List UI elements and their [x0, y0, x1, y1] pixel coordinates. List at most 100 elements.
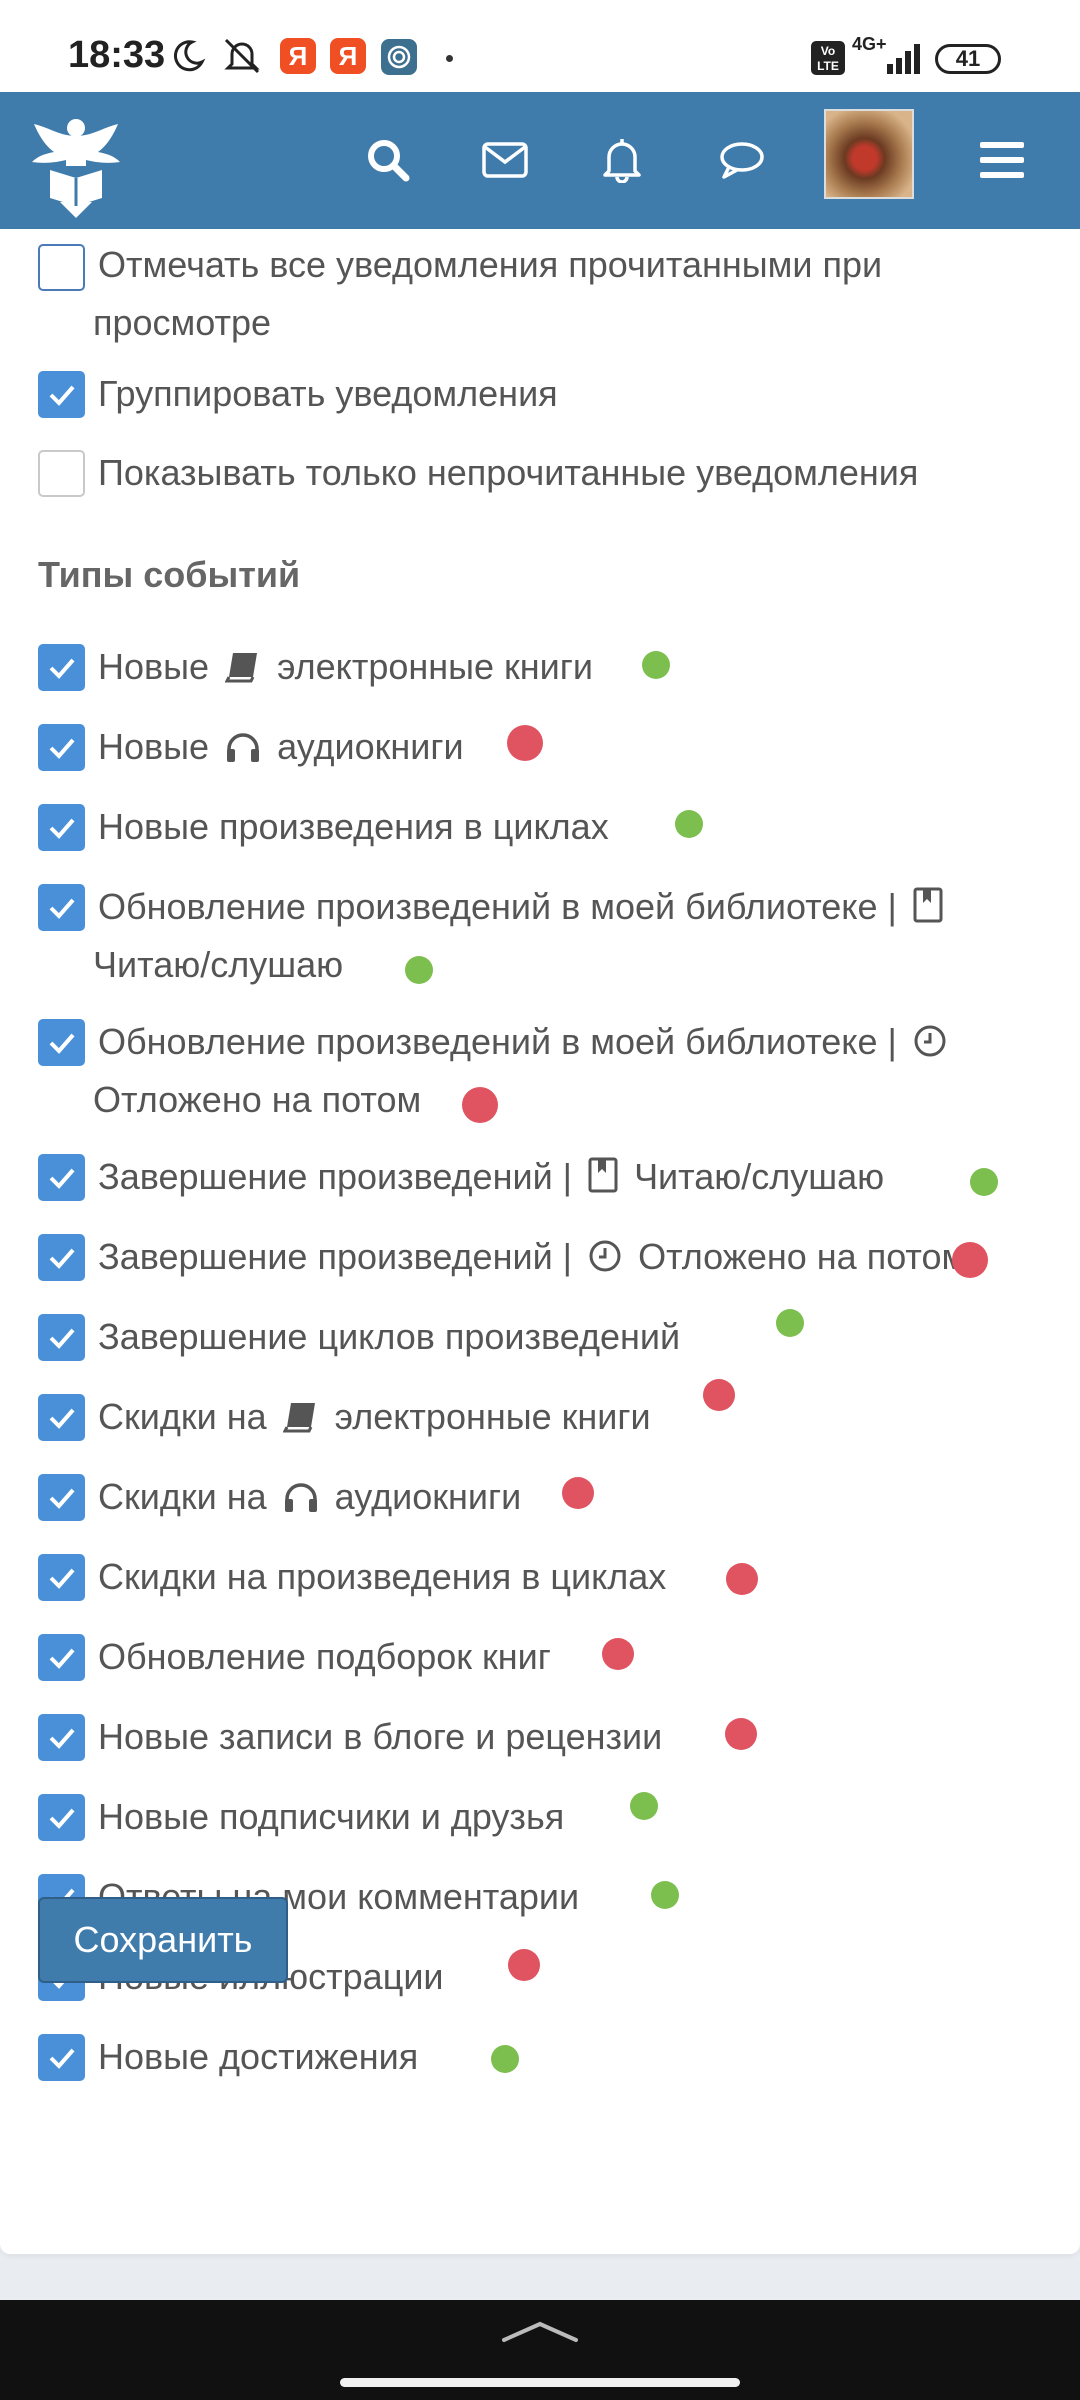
checkbox-series-completed[interactable]	[38, 1314, 85, 1361]
clock-icon	[914, 1025, 946, 1057]
checkbox-collections-updates[interactable]	[38, 1634, 85, 1681]
status-dot-red	[507, 725, 543, 761]
event-label-text: Завершение произведений |	[98, 1236, 573, 1277]
event-discounts-audiobooks[interactable]: Скидки на аудиокниги	[38, 1468, 1068, 1528]
option-mark-read-on-view[interactable]: Отмечать все уведомления прочитанными пр…	[38, 236, 1068, 356]
eagle-book-logo[interactable]	[20, 106, 132, 218]
checkbox-new-ebooks[interactable]	[38, 644, 85, 691]
save-button[interactable]: Сохранить	[38, 1897, 288, 1983]
checkbox-discounts-series[interactable]	[38, 1554, 85, 1601]
option-label: Группировать уведомления	[98, 373, 558, 414]
checkbox-completed-later[interactable]	[38, 1234, 85, 1281]
checkbox-only-unread[interactable]	[38, 450, 85, 497]
event-discounts-series[interactable]: Скидки на произведения в циклах	[38, 1548, 1068, 1608]
yandex-app-icon-2: Я	[330, 38, 366, 74]
yandex-app-icon: Я	[280, 38, 316, 74]
checkbox-discounts-audiobooks[interactable]	[38, 1474, 85, 1521]
event-label-text: электронные книги	[334, 1396, 651, 1437]
checkbox-group-notifications[interactable]	[38, 371, 85, 418]
event-label: Обновление произведений в моей библиотек…	[98, 878, 949, 936]
status-dot-red	[508, 1949, 540, 1981]
avatar[interactable]	[824, 109, 914, 199]
checkbox-discounts-ebooks[interactable]	[38, 1394, 85, 1441]
status-bar: 18:33 Я Я Vo LTE 4G+ 41	[0, 0, 1080, 92]
event-label-text: Скидки на	[98, 1476, 267, 1517]
chat-button[interactable]	[712, 130, 772, 190]
event-library-updates-later[interactable]: Обновление произведений в моей библиотек…	[38, 1013, 1068, 1133]
search-button[interactable]	[358, 130, 418, 190]
site-header	[0, 92, 1080, 229]
event-label-line2: Читаю/слушаю	[93, 944, 344, 985]
event-label: Новые достижения	[98, 2036, 419, 2077]
event-label: Обновление подборок книг	[98, 1636, 551, 1677]
system-navigation-bar	[0, 2300, 1080, 2400]
event-collections-updates[interactable]: Обновление подборок книг	[38, 1628, 1068, 1688]
bookmark-icon	[913, 887, 943, 923]
signal-strength-icon	[887, 44, 920, 74]
status-dot-red	[726, 1563, 758, 1595]
checkbox-new-works-in-series[interactable]	[38, 804, 85, 851]
event-new-works-in-series[interactable]: Новые произведения в циклах	[38, 798, 1068, 858]
option-label: Отмечать все уведомления прочитанными пр…	[98, 244, 883, 285]
event-label-text: аудиокниги	[334, 1476, 522, 1517]
book-icon	[282, 1403, 315, 1433]
checkbox-mark-read[interactable]	[38, 244, 85, 291]
clock-icon	[589, 1240, 621, 1272]
chevron-up-icon[interactable]	[500, 2318, 580, 2348]
more-notifications-dot	[446, 55, 453, 62]
status-dot-red	[602, 1638, 634, 1670]
event-library-updates-reading[interactable]: Обновление произведений в моей библиотек…	[38, 878, 1068, 998]
checkbox-new-followers[interactable]	[38, 1794, 85, 1841]
status-dot-red	[952, 1242, 988, 1278]
event-blog-reviews[interactable]: Новые записи в блоге и рецензии	[38, 1708, 1068, 1768]
status-dot-green	[642, 651, 670, 679]
status-dot-green	[776, 1309, 804, 1337]
bookmark-icon	[588, 1157, 618, 1193]
option-group-notifications[interactable]: Группировать уведомления	[38, 365, 1068, 425]
event-label-text: электронные книги	[277, 646, 594, 687]
checkbox-completed-reading[interactable]	[38, 1154, 85, 1201]
event-series-completed[interactable]: Завершение циклов произведений	[38, 1308, 1068, 1368]
event-new-ebooks[interactable]: Новые электронные книги	[38, 638, 1068, 698]
option-label-line2: просмотре	[93, 302, 272, 343]
menu-icon	[980, 142, 1024, 178]
event-label-line2: Отложено на потом	[93, 1079, 422, 1120]
event-new-achievements[interactable]: Новые достижения	[38, 2028, 1068, 2088]
status-dot-green	[651, 1881, 679, 1909]
checkbox-blog-reviews[interactable]	[38, 1714, 85, 1761]
checkbox-new-achievements[interactable]	[38, 2034, 85, 2081]
book-icon	[225, 653, 258, 683]
event-label: Новые аудиокниги	[98, 718, 464, 776]
event-discounts-ebooks[interactable]: Скидки на электронные книги	[38, 1388, 1068, 1448]
menu-button[interactable]	[972, 130, 1032, 190]
event-label-text: Новые	[98, 726, 210, 767]
network-type-label: 4G+	[852, 34, 887, 54]
event-completed-reading[interactable]: Завершение произведений | Читаю/слушаю	[38, 1148, 1068, 1208]
event-label-text: Завершение произведений |	[98, 1156, 573, 1197]
status-dot-red	[462, 1087, 498, 1123]
event-completed-later[interactable]: Завершение произведений | Отложено на по…	[38, 1228, 1068, 1288]
home-gesture-bar[interactable]	[340, 2378, 740, 2387]
status-dot-green	[405, 956, 433, 984]
option-only-unread[interactable]: Показывать только непрочитанные уведомле…	[38, 444, 1068, 504]
search-icon	[368, 140, 410, 182]
checkbox-new-audiobooks[interactable]	[38, 724, 85, 771]
status-dot-red	[703, 1379, 735, 1411]
event-label: Завершение произведений | Читаю/слушаю	[98, 1148, 884, 1206]
event-new-audiobooks[interactable]: Новые аудиокниги	[38, 718, 1068, 778]
event-new-followers[interactable]: Новые подписчики и друзья	[38, 1788, 1068, 1848]
mute-bell-icon	[224, 38, 260, 74]
event-label: Скидки на произведения в циклах	[98, 1556, 667, 1597]
mail-icon	[482, 142, 528, 178]
checkbox-library-updates-reading[interactable]	[38, 884, 85, 931]
event-label: Новые произведения в циклах	[98, 806, 609, 847]
chat-bubble-icon	[720, 142, 764, 179]
status-dot-red	[562, 1477, 594, 1509]
messages-button[interactable]	[475, 130, 535, 190]
notifications-button[interactable]	[592, 130, 652, 190]
headphones-icon	[284, 1483, 317, 1512]
event-label: Новые электронные книги	[98, 638, 593, 696]
event-label-text: Обновление произведений в моей библиотек…	[98, 1021, 897, 1062]
event-label-text: Обновление произведений в моей библиотек…	[98, 886, 897, 927]
checkbox-library-updates-later[interactable]	[38, 1019, 85, 1066]
